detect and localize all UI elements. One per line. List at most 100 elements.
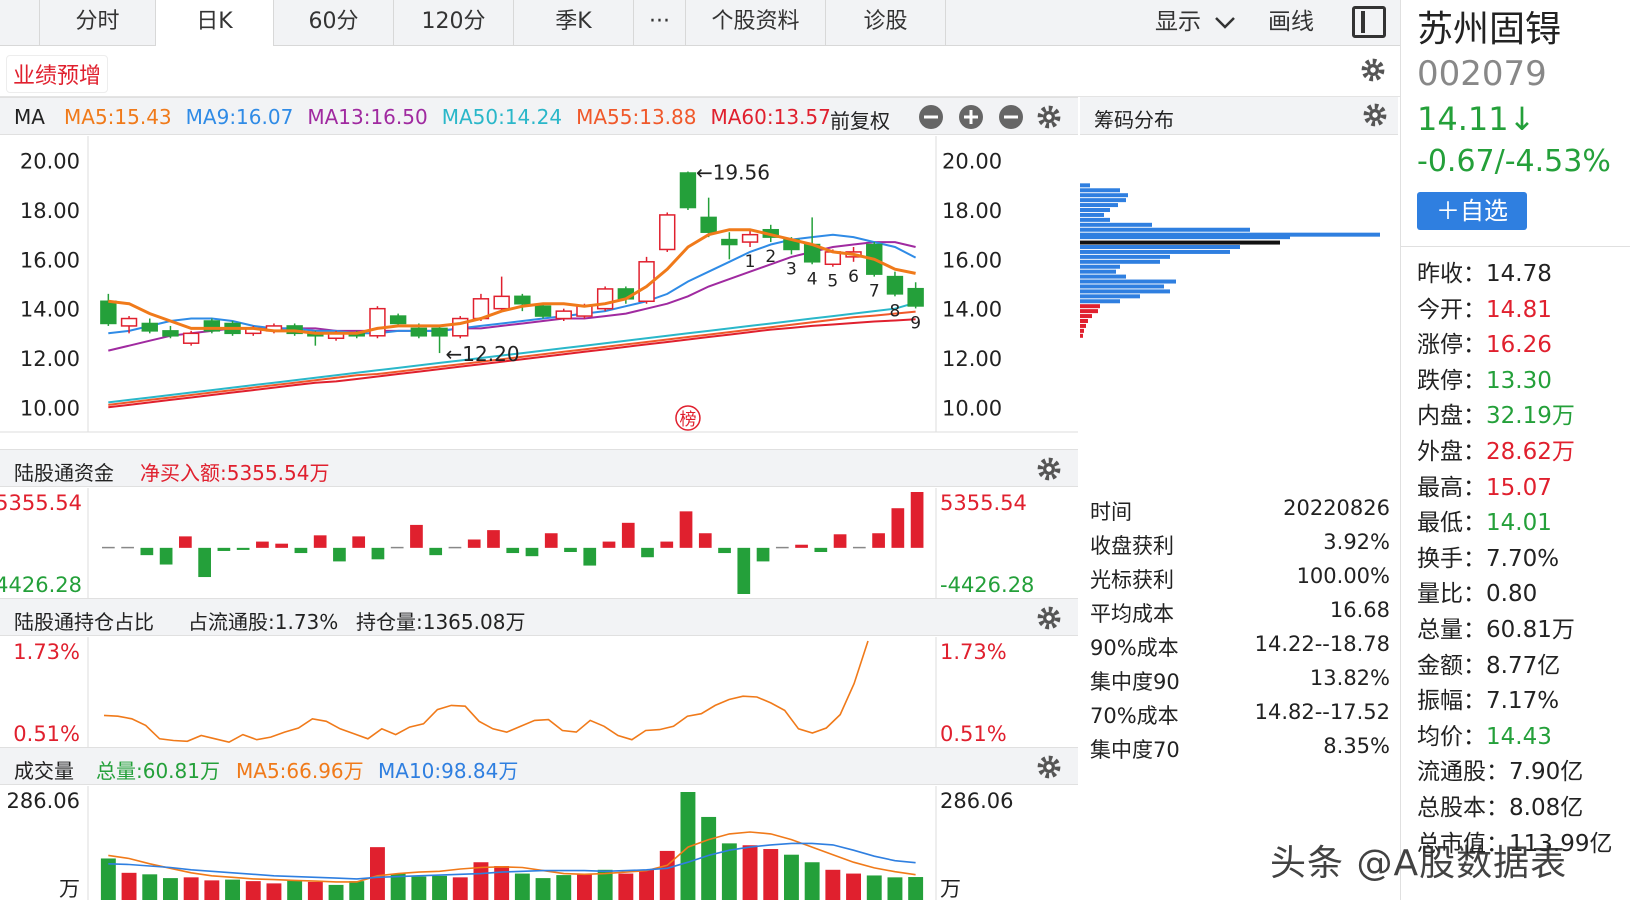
display-menu-button[interactable]: 显示 <box>1155 0 1236 46</box>
flow-bar <box>544 533 558 548</box>
candle[interactable] <box>410 327 428 337</box>
candle[interactable] <box>431 327 448 337</box>
adjust-button[interactable]: 前复权 <box>830 105 890 134</box>
flow-bar <box>352 536 366 548</box>
chip-bar <box>1080 279 1176 284</box>
zoom-out-icon[interactable] <box>918 104 944 130</box>
zoom-in-icon[interactable] <box>958 104 984 130</box>
candle[interactable] <box>886 275 904 295</box>
candle[interactable] <box>679 172 697 209</box>
candle[interactable] <box>389 315 407 325</box>
volume-title: 成交量 <box>14 759 74 783</box>
flow-bar <box>775 546 789 549</box>
sidebar-toggle-icon[interactable] <box>1352 6 1386 38</box>
candle[interactable] <box>741 233 759 243</box>
tab-60min[interactable]: 60分 <box>274 0 394 46</box>
chips-stat-value: 14.22--18.78 <box>1254 632 1390 656</box>
candle[interactable] <box>493 295 510 310</box>
chips-stat-value: 13.82% <box>1309 666 1390 690</box>
tab-diagnose[interactable]: 诊股 <box>826 0 946 46</box>
candle[interactable] <box>182 332 200 344</box>
stock-price: 14.11↓ <box>1417 100 1536 138</box>
flow-bar <box>814 547 828 553</box>
volume-unit-label: 万 <box>940 877 961 900</box>
chips-stat-row: 收盘获利 3.92% <box>1090 530 1390 560</box>
quote-stat-row: 最低：14.01 <box>1417 503 1552 537</box>
flow-bar <box>333 547 346 562</box>
td-sequence-number: 8 <box>890 301 901 321</box>
quote-stat-value: 0.80 <box>1486 581 1538 608</box>
hk-flow-chart[interactable]: 5355.54 -4426.28 5355.54 -4426.28 <box>0 488 1078 598</box>
flow-bar <box>198 547 211 578</box>
hk-hold-vol: 持仓量:1365.08万 <box>356 610 526 634</box>
chips-stat-key: 集中度90 <box>1090 670 1180 694</box>
candle[interactable] <box>907 287 924 307</box>
tab-quarter-k[interactable]: 季K <box>514 0 634 46</box>
quote-stat-value: 16.26 <box>1486 332 1552 359</box>
quote-stat-value: 14.43 <box>1486 723 1552 750</box>
volume-bar <box>556 875 572 900</box>
candle[interactable] <box>141 322 158 332</box>
tab-prev[interactable] <box>0 0 40 46</box>
volume-bar <box>287 880 303 900</box>
candle[interactable] <box>721 238 738 246</box>
add-watchlist-button[interactable]: ＋自选 <box>1417 192 1527 230</box>
candle[interactable] <box>534 305 552 317</box>
y-tick-left: 12.00 <box>20 347 80 371</box>
quote-stat-value: 14.01 <box>1486 510 1552 537</box>
quote-stat-row: 跌停：13.30 <box>1417 361 1552 395</box>
chips-stat-value: 3.92% <box>1323 530 1390 554</box>
chips-stat-row: 90%成本 14.22--18.78 <box>1090 632 1390 662</box>
tab-intraday[interactable]: 分时 <box>40 0 156 46</box>
candle[interactable] <box>659 214 676 251</box>
flow-bar <box>102 546 115 549</box>
quote-stat-value: 13.30 <box>1486 367 1552 394</box>
chips-stat-time: 时间 20220826 <box>1090 496 1390 526</box>
earnings-badge[interactable]: 业绩预增 <box>6 55 109 93</box>
tab-stock-profile[interactable]: 个股资料 <box>686 0 826 46</box>
candle[interactable] <box>514 295 531 305</box>
volume-bar <box>804 862 820 900</box>
candle[interactable] <box>700 216 717 233</box>
chip-bar <box>1080 328 1084 333</box>
volume-bar <box>411 876 427 900</box>
quote-stat-value: 7.17% <box>1486 688 1560 715</box>
period-tabbar: 分时 日K 60分 120分 季K ··· 个股资料 诊股 显示 画线 <box>0 0 1400 46</box>
gear-icon[interactable] <box>1036 104 1062 130</box>
flow-bar <box>217 547 231 551</box>
tab-more[interactable]: ··· <box>634 0 686 46</box>
candle[interactable] <box>100 300 117 325</box>
candle[interactable] <box>162 330 179 337</box>
display-label: 显示 <box>1155 9 1201 35</box>
candle[interactable] <box>120 317 138 327</box>
kline-chart[interactable]: 20.00 20.00 18.00 18.00 16.00 16.00 14.00 14.00… <box>0 136 1078 448</box>
gear-icon[interactable] <box>1036 605 1062 631</box>
gear-icon[interactable] <box>1362 102 1388 128</box>
quote-stat-value: 28.62万 <box>1486 439 1575 465</box>
gear-icon[interactable] <box>1360 57 1386 83</box>
chips-distribution-chart[interactable] <box>1080 136 1398 448</box>
tab-120min[interactable]: 120分 <box>394 0 514 46</box>
hk-hold-chart[interactable]: 1.73% 0.51% 1.73% 0.51% <box>0 637 1078 747</box>
chips-stat-value: 8.35% <box>1323 734 1390 758</box>
quote-stat-key: 换手： <box>1417 545 1486 572</box>
flow-bar <box>429 547 443 556</box>
quote-stat-key: 总股本： <box>1417 795 1509 821</box>
chips-stat-value: 100.00% <box>1296 564 1390 588</box>
volume-bar <box>639 869 655 900</box>
gear-icon[interactable] <box>1036 456 1062 482</box>
volume-bar <box>576 873 592 900</box>
volume-bar <box>825 869 841 900</box>
remove-indicator-icon[interactable] <box>998 104 1024 130</box>
td-sequence-number: 7 <box>869 282 880 302</box>
quote-stat-row: 均价：14.43 <box>1417 717 1552 751</box>
flow-bar <box>891 508 905 548</box>
y-tick-right: 12.00 <box>942 347 1002 371</box>
tab-daily-k[interactable]: 日K <box>156 0 274 46</box>
candle[interactable] <box>555 310 572 320</box>
candle[interactable] <box>369 307 386 337</box>
volume-chart[interactable]: 286.06 286.06 万 万 <box>0 786 1078 900</box>
stock-name: 苏州固锝 <box>1417 9 1562 50</box>
draw-line-button[interactable]: 画线 <box>1268 0 1314 46</box>
gear-icon[interactable] <box>1036 754 1062 780</box>
